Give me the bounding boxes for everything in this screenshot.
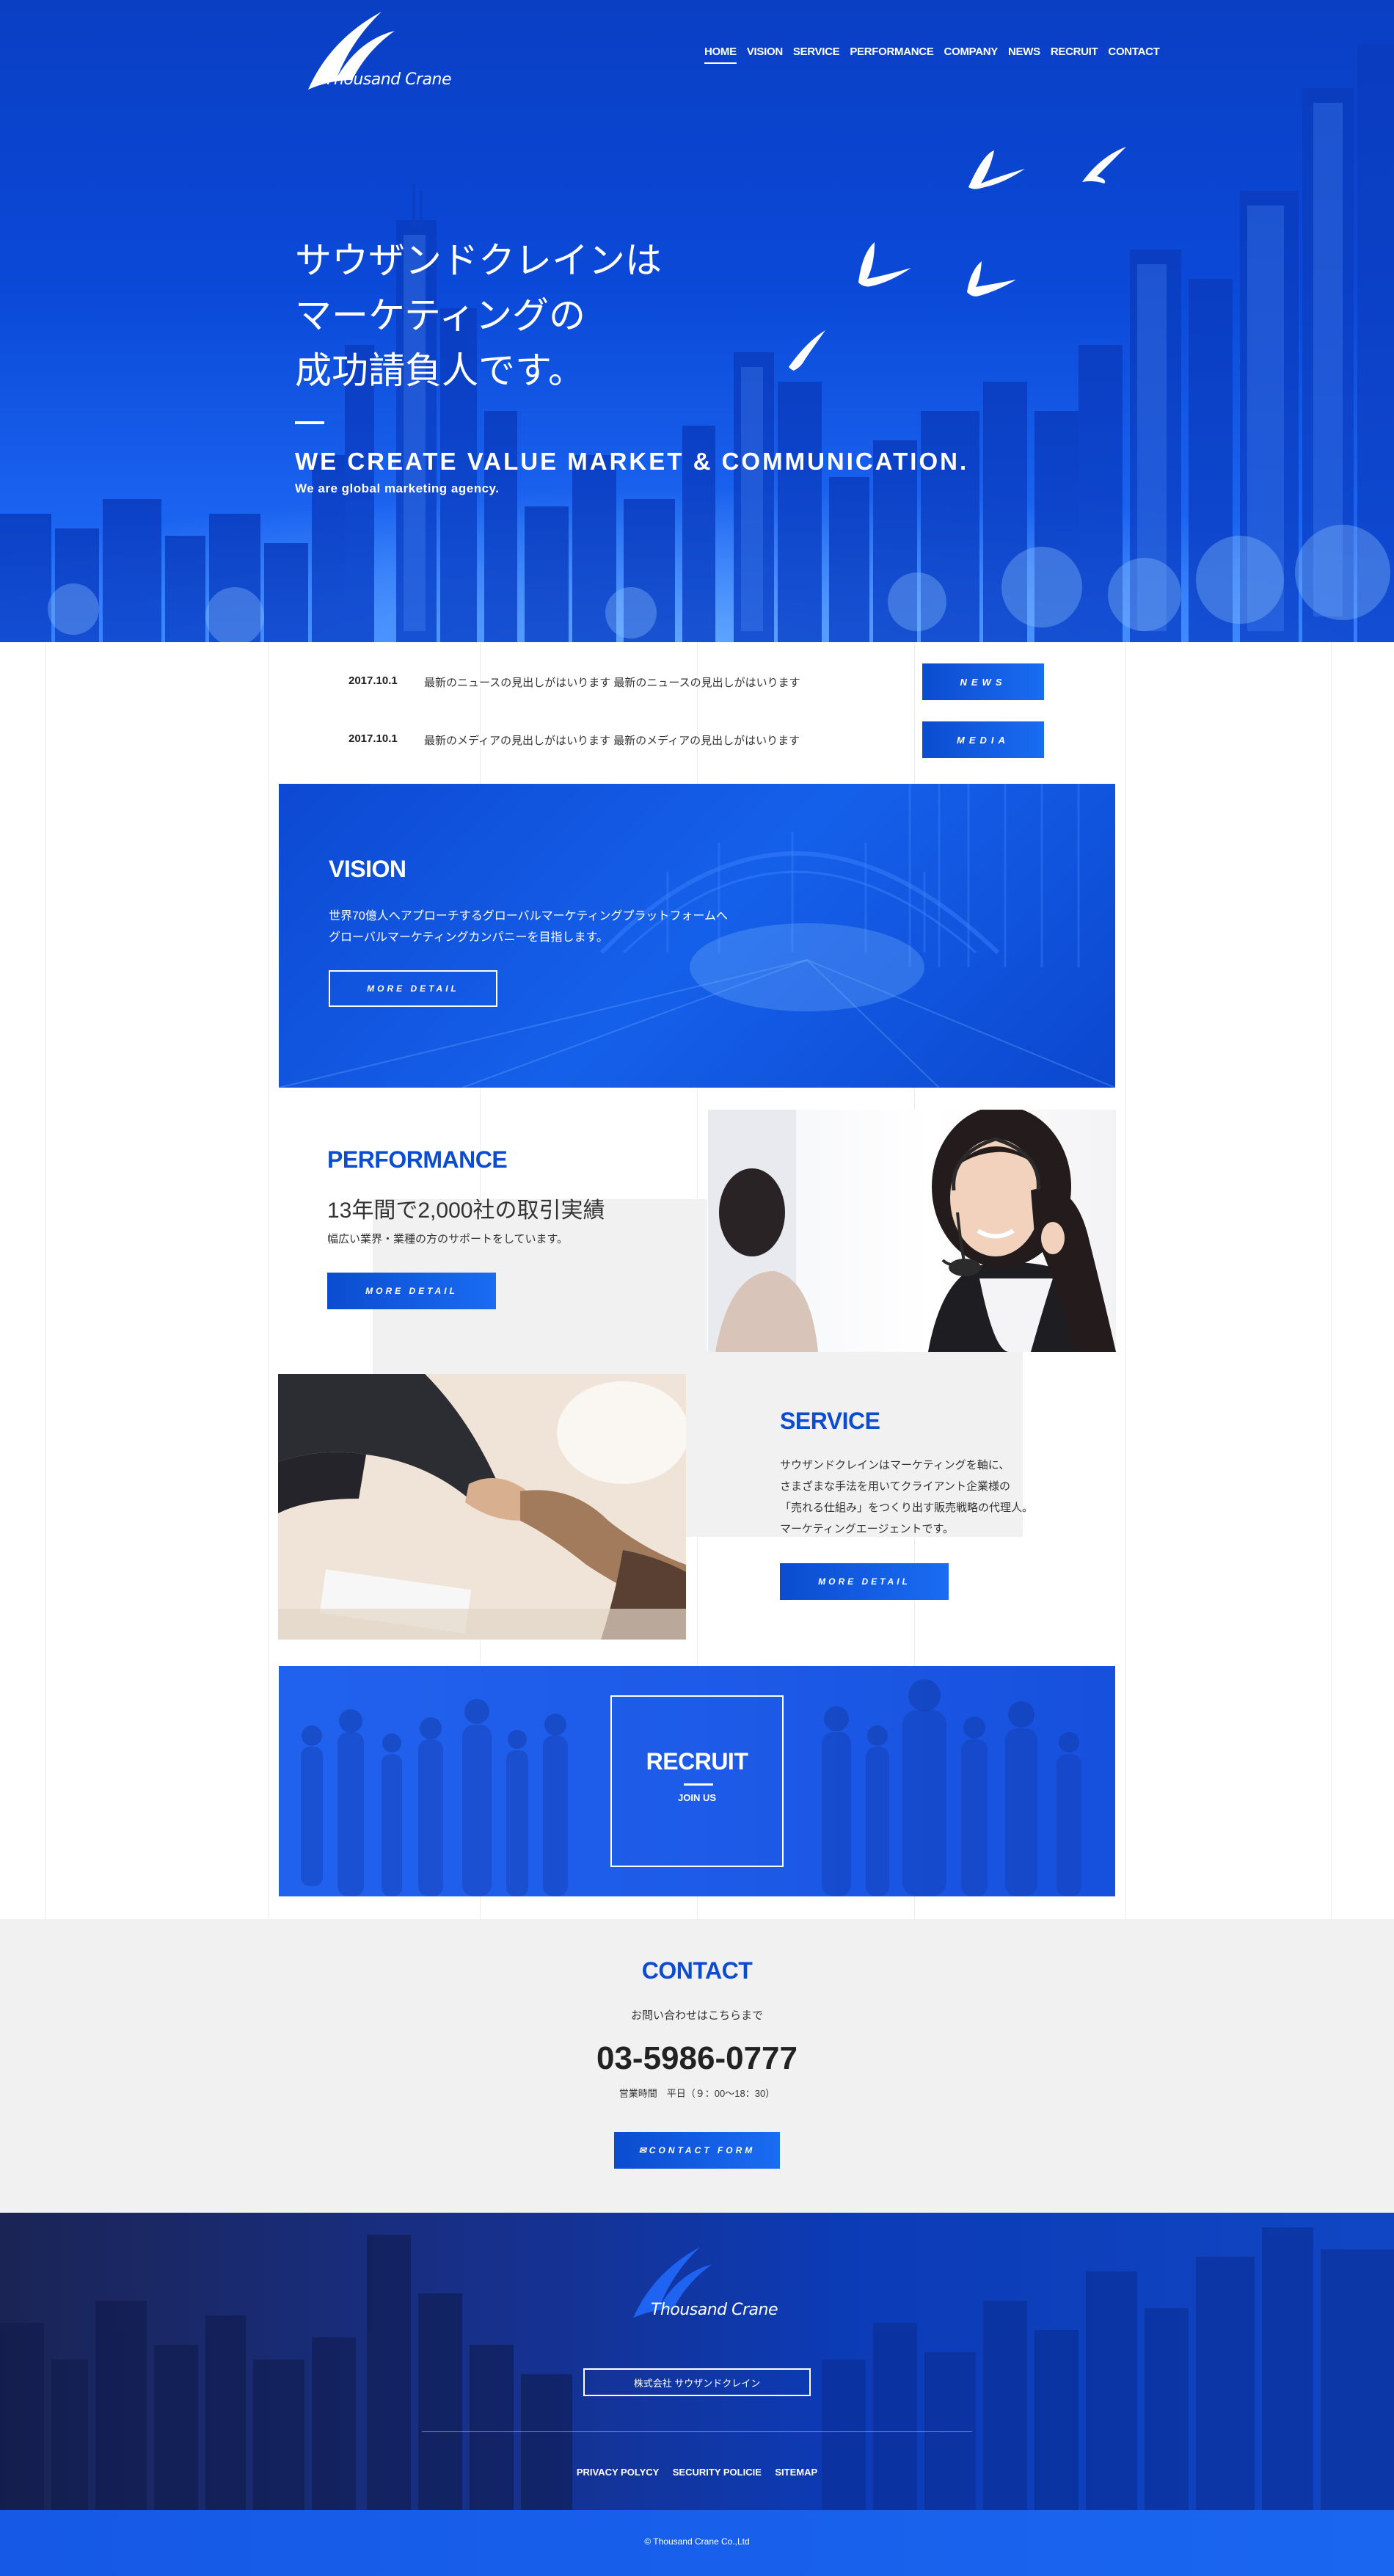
brand-name: Thousand Crane [324, 70, 452, 89]
footer-divider [422, 2431, 972, 2432]
nav-company[interactable]: COMPANY [944, 46, 999, 64]
recruit-title: RECRUIT [646, 1748, 748, 1775]
news-date: 2017.10.1 [348, 674, 398, 687]
sitemap-link[interactable]: SITEMAP [775, 2467, 817, 2478]
hero-title-line: サウザンドクレインは [295, 239, 662, 282]
vision-more-detail-button[interactable]: MORE DETAIL [329, 970, 497, 1007]
vision-body-line: グローバルマーケティングカンパニーを目指します。 [329, 931, 608, 944]
service-body-line: 「売れる仕組み」をつくり出す販売戦略の代理人。 [780, 1502, 1034, 1514]
handshake-image [278, 1374, 686, 1640]
footer: Thousand Crane 株式会社 サウザンドクレイン PRIVACY PO… [0, 2213, 1394, 2510]
performance-body: 幅広い業界・業種の方のサポートをしています。 [327, 1233, 569, 1245]
copyright-text: © Thousand Crane Co.,Ltd [644, 2536, 750, 2547]
contact-phone-number[interactable]: 03-5986-0777 [0, 2040, 1394, 2077]
service-body-line: マーケティングエージェントです。 [780, 1523, 955, 1535]
hero-tagline: WE CREATE VALUE MARKET & COMMUNICATION. [295, 448, 969, 475]
nav-contact[interactable]: CONTACT [1108, 46, 1159, 64]
copyright-bar: © Thousand Crane Co.,Ltd [0, 2510, 1394, 2576]
footer-brand-name: Thousand Crane [651, 2301, 778, 2319]
news-button[interactable]: NEWS [922, 663, 1044, 700]
performance-heading: 13年間で2,000社の取引実績 [327, 1198, 605, 1223]
call-center-photo [708, 1110, 1116, 1352]
service-title: SERVICE [780, 1408, 880, 1434]
nav-recruit[interactable]: RECRUIT [1051, 46, 1098, 64]
hero-divider [295, 421, 324, 424]
contact-section: CONTACT お問い合わせはこちらまで 03-5986-0777 営業時間 平… [0, 1919, 1394, 2213]
handshake-photo [278, 1374, 686, 1640]
recruit-frame: RECRUIT JOIN US [610, 1695, 784, 1867]
nav-news[interactable]: NEWS [1008, 46, 1040, 64]
main-nav: HOME VISION SERVICE PERFORMANCE COMPANY … [704, 46, 1170, 64]
service-more-detail-button[interactable]: MORE DETAIL [780, 1563, 949, 1600]
operator-image [708, 1110, 1116, 1352]
nav-vision[interactable]: VISION [747, 46, 783, 64]
company-info-button[interactable]: 株式会社 サウザンドクレイン [583, 2368, 811, 2396]
media-button[interactable]: MEDIA [922, 721, 1044, 758]
recruit-divider [684, 1783, 713, 1786]
hero-title-line: 成功請負人です。 [295, 349, 585, 392]
recruit-subtitle: JOIN US [677, 1792, 716, 1803]
vision-title: VISION [329, 856, 406, 882]
hero-subtagline: We are global marketing agency. [295, 481, 500, 495]
hero-title-line: マーケティングの [295, 294, 585, 337]
news-item: 2017.10.1 最新のメディアの見出しがはいります 最新のメディアの見出しが… [348, 721, 1046, 758]
nav-service[interactable]: SERVICE [793, 46, 840, 64]
service-body-line: さまざまな手法を用いてクライアント企業様の [780, 1480, 1010, 1493]
hero-section: Thousand Crane HOME VISION SERVICE PERFO… [0, 0, 1394, 642]
privacy-policy-link[interactable]: PRIVACY POLYCY [577, 2467, 659, 2478]
news-headline[interactable]: 最新のニュースの見出しがはいります 最新のニュースの見出しがはいります [424, 674, 800, 690]
crane-flock [789, 147, 1126, 371]
brand-logo[interactable]: Thousand Crane [301, 10, 455, 98]
contact-business-hours: 営業時間 平日（９：00〜18：30） [618, 2088, 776, 2099]
service-body-line: サウザンドクレインはマーケティングを軸に、 [780, 1459, 1010, 1471]
service-body: サウザンドクレインはマーケティングを軸に、 さまざまな手法を用いてクライアント企… [780, 1455, 1033, 1540]
performance-title: PERFORMANCE [327, 1146, 508, 1173]
vision-body: 世界70億人へアプローチするグローバルマーケティングプラットフォームへ グローバ… [329, 906, 728, 948]
news-item: 2017.10.1 最新のニュースの見出しがはいります 最新のニュースの見出しが… [348, 663, 1046, 700]
hero-title: サウザンドクレインは マーケティングの 成功請負人です。 [295, 233, 735, 399]
footer-links: PRIVACY POLYCY SECURITY POLICIE SITEMAP [0, 2466, 1394, 2479]
nav-performance[interactable]: PERFORMANCE [850, 46, 934, 64]
performance-more-detail-button[interactable]: MORE DETAIL [327, 1273, 496, 1309]
media-headline[interactable]: 最新のメディアの見出しがはいります 最新のメディアの見出しがはいります [424, 732, 800, 748]
contact-lead: お問い合わせはこちらまで [630, 2009, 763, 2022]
contact-title: CONTACT [641, 1957, 753, 1984]
footer-brand-logo[interactable]: Thousand Crane [626, 2246, 778, 2326]
news-date: 2017.10.1 [348, 732, 398, 745]
contact-form-button[interactable]: ✉CONTACT FORM [614, 2132, 780, 2169]
vision-body-line: 世界70億人へアプローチするグローバルマーケティングプラットフォームへ [329, 910, 728, 923]
vision-section: VISION 世界70億人へアプローチするグローバルマーケティングプラットフォー… [279, 784, 1115, 1088]
security-policy-link[interactable]: SECURITY POLICIE [673, 2467, 762, 2478]
nav-home[interactable]: HOME [704, 46, 737, 64]
recruit-banner[interactable]: RECRUIT JOIN US [279, 1666, 1115, 1896]
